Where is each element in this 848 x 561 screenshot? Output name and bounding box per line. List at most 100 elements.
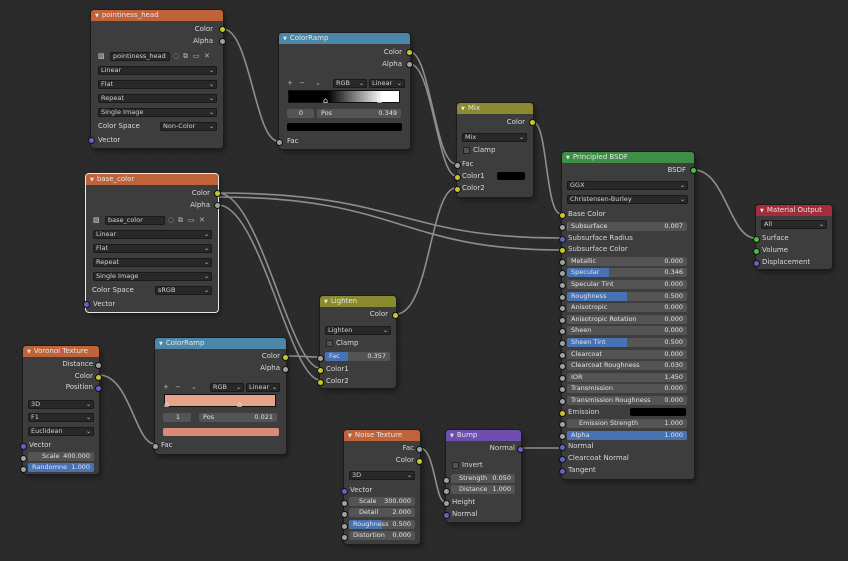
input-fac-socket[interactable] xyxy=(276,139,283,146)
mix-node[interactable]: ▼ Mix Color Mix ⌄ Clamp Fac Color1 Color2 xyxy=(454,103,536,197)
ramp-stop-marker[interactable]: ⌂ xyxy=(323,97,328,105)
voronoi-texture-node[interactable]: ▼ Voronoi Texture Distance Color Position… xyxy=(20,346,102,474)
input-scale-socket[interactable] xyxy=(341,500,348,507)
ramp-stop-marker[interactable]: ⌂ xyxy=(237,401,242,409)
output-alpha-socket[interactable] xyxy=(219,38,226,45)
node-header[interactable]: ▼ Material Output xyxy=(756,205,832,216)
ramp-menu-icon[interactable]: ⌄ xyxy=(315,79,321,87)
roughness-field[interactable]: Roughness 0.500 xyxy=(349,520,415,529)
bsdf-input-socket[interactable] xyxy=(559,386,566,394)
distribution-dropdown[interactable]: GGX ⌄ xyxy=(567,181,688,190)
input-normal-socket[interactable] xyxy=(443,512,450,519)
ramp-stop-marker[interactable]: ⌂ xyxy=(377,97,382,105)
invert-checkbox[interactable] xyxy=(452,462,459,469)
bsdf-value-field[interactable]: Anisotropic 0.000 xyxy=(567,303,687,313)
input-strength-socket[interactable] xyxy=(443,477,450,484)
output-color-socket[interactable] xyxy=(214,190,221,197)
input-roughness-socket[interactable] xyxy=(341,523,348,530)
color-mode-dropdown[interactable]: RGB ⌄ xyxy=(210,383,244,392)
source-dropdown[interactable]: Single Image ⌄ xyxy=(93,272,212,281)
input-base-color-socket[interactable] xyxy=(559,212,566,219)
bsdf-input-socket[interactable] xyxy=(559,444,566,452)
close-icon[interactable]: ✕ xyxy=(204,52,210,60)
active-stop-index[interactable]: 1 xyxy=(163,413,191,422)
bsdf-value-field[interactable]: Specular Tint 0.000 xyxy=(567,280,687,289)
bsdf-value-field[interactable]: Specular 0.346 xyxy=(567,268,687,278)
output-color-socket[interactable] xyxy=(219,26,226,33)
blend-mode-dropdown[interactable]: Lighten ⌄ xyxy=(325,326,391,335)
scale-field[interactable]: Scale 300.000 xyxy=(349,497,415,506)
output-color-socket[interactable] xyxy=(95,374,102,381)
color-space-dropdown[interactable]: Non-Color ⌄ xyxy=(160,122,217,131)
bsdf-input-socket[interactable] xyxy=(559,363,566,371)
color-mode-dropdown[interactable]: RGB ⌄ xyxy=(333,79,367,88)
distance-metric-dropdown[interactable]: Euclidean ⌄ xyxy=(28,427,94,436)
input-distortion-socket[interactable] xyxy=(341,534,348,541)
stop-color-swatch[interactable] xyxy=(287,123,402,131)
bsdf-input-socket[interactable] xyxy=(559,293,566,301)
subsurface-method-dropdown[interactable]: Christensen-Burley ⌄ xyxy=(567,195,688,204)
bsdf-input-socket[interactable] xyxy=(559,235,566,243)
bsdf-input-socket[interactable] xyxy=(559,432,566,440)
node-header[interactable]: ▼ Bump xyxy=(446,430,521,441)
output-position-socket[interactable] xyxy=(95,385,102,392)
emission-color-swatch[interactable] xyxy=(630,407,686,416)
bsdf-value-field[interactable]: Metallic 0.000 xyxy=(567,256,687,266)
input-fac-socket[interactable] xyxy=(317,355,324,362)
duplicate-icon[interactable]: ⧉ xyxy=(183,52,188,61)
interpolation-dropdown[interactable]: Linear ⌄ xyxy=(369,79,405,88)
node-header[interactable]: ▼ Lighten xyxy=(320,296,396,307)
ramp-stop-marker[interactable]: ⌂ xyxy=(164,401,169,409)
bsdf-input-socket[interactable] xyxy=(559,224,566,231)
remove-stop-icon[interactable]: − xyxy=(299,79,305,87)
fake-user-icon[interactable]: ◌ xyxy=(173,52,179,60)
node-header[interactable]: ▼ Mix xyxy=(457,103,533,114)
color-ramp-gradient[interactable] xyxy=(165,395,275,406)
bsdf-input-socket[interactable] xyxy=(559,467,566,475)
bsdf-input-socket[interactable] xyxy=(559,340,566,347)
image-name-field[interactable]: pointiness_head xyxy=(110,52,170,61)
distance-field[interactable]: Distance 1.000 xyxy=(451,485,515,494)
randomness-field[interactable]: Randomne 1.000 xyxy=(28,463,94,472)
color-ramp-node-2[interactable]: ▼ ColorRamp Color Alpha + − ⌄ RGB ⌄ Linear… xyxy=(152,338,289,454)
node-header[interactable]: ▼ ColorRamp xyxy=(279,33,410,44)
input-vector-socket[interactable] xyxy=(341,488,348,495)
bsdf-value-field[interactable]: IOR 1.450 xyxy=(567,372,687,382)
output-distance-socket[interactable] xyxy=(95,362,102,369)
bsdf-value-field[interactable]: Alpha 1.000 xyxy=(567,430,687,440)
output-color-socket[interactable] xyxy=(282,354,289,361)
interpolation-dropdown[interactable]: Linear ⌄ xyxy=(93,230,212,239)
ramp-menu-icon[interactable]: ⌄ xyxy=(191,383,197,391)
bsdf-value-field[interactable]: Emission Strength 1.000 xyxy=(567,419,687,429)
bsdf-value-field[interactable]: Transmission 0.000 xyxy=(567,384,687,394)
image-name-field[interactable]: base_color xyxy=(105,216,165,225)
color-ramp-node-1[interactable]: ▼ ColorRamp Color Alpha + − ⌄ RGB ⌄ Linear… xyxy=(276,33,413,149)
stop-position-field[interactable]: Pos 0.349 xyxy=(317,109,401,118)
input-fac-socket[interactable] xyxy=(152,443,159,450)
add-stop-icon[interactable]: + xyxy=(287,79,293,87)
output-normal-socket[interactable] xyxy=(517,446,524,453)
bsdf-input-socket[interactable] xyxy=(559,455,566,463)
target-dropdown[interactable]: All ⌄ xyxy=(761,220,827,229)
output-alpha-socket[interactable] xyxy=(282,366,289,373)
image-texture-node-base-color[interactable]: ▼ base_color Color Alpha ▨ base_color ◌ ⧉… xyxy=(83,174,221,312)
principled-bsdf-node[interactable]: ▼ Principled BSDF BSDF GGX ⌄ Christensen-B… xyxy=(559,152,697,479)
bsdf-input-socket[interactable] xyxy=(559,421,566,429)
bsdf-value-field[interactable]: Roughness 0.500 xyxy=(567,291,687,301)
node-header[interactable]: ▼ Noise Texture xyxy=(344,430,420,441)
input-vector-socket[interactable] xyxy=(20,443,27,450)
extension-dropdown[interactable]: Repeat ⌄ xyxy=(98,94,217,103)
bsdf-value-field[interactable]: Transmission Roughness 0.000 xyxy=(567,396,687,405)
add-stop-icon[interactable]: + xyxy=(163,383,169,391)
image-browse-icon[interactable]: ▨ xyxy=(98,52,105,60)
projection-dropdown[interactable]: Flat ⌄ xyxy=(93,244,212,253)
input-height-socket[interactable] xyxy=(443,500,450,507)
stop-position-field[interactable]: Pos 0.021 xyxy=(199,413,277,422)
projection-dropdown[interactable]: Flat ⌄ xyxy=(98,80,217,89)
output-color-socket[interactable] xyxy=(392,312,399,319)
image-texture-node-pointiness[interactable]: ▼ pointiness_head Color Alpha ▨ pointines… xyxy=(88,10,226,148)
input-displacement-socket[interactable] xyxy=(753,260,760,267)
interpolation-dropdown[interactable]: Linear ⌄ xyxy=(98,66,217,75)
output-alpha-socket[interactable] xyxy=(214,202,221,209)
output-color-socket[interactable] xyxy=(416,458,423,465)
